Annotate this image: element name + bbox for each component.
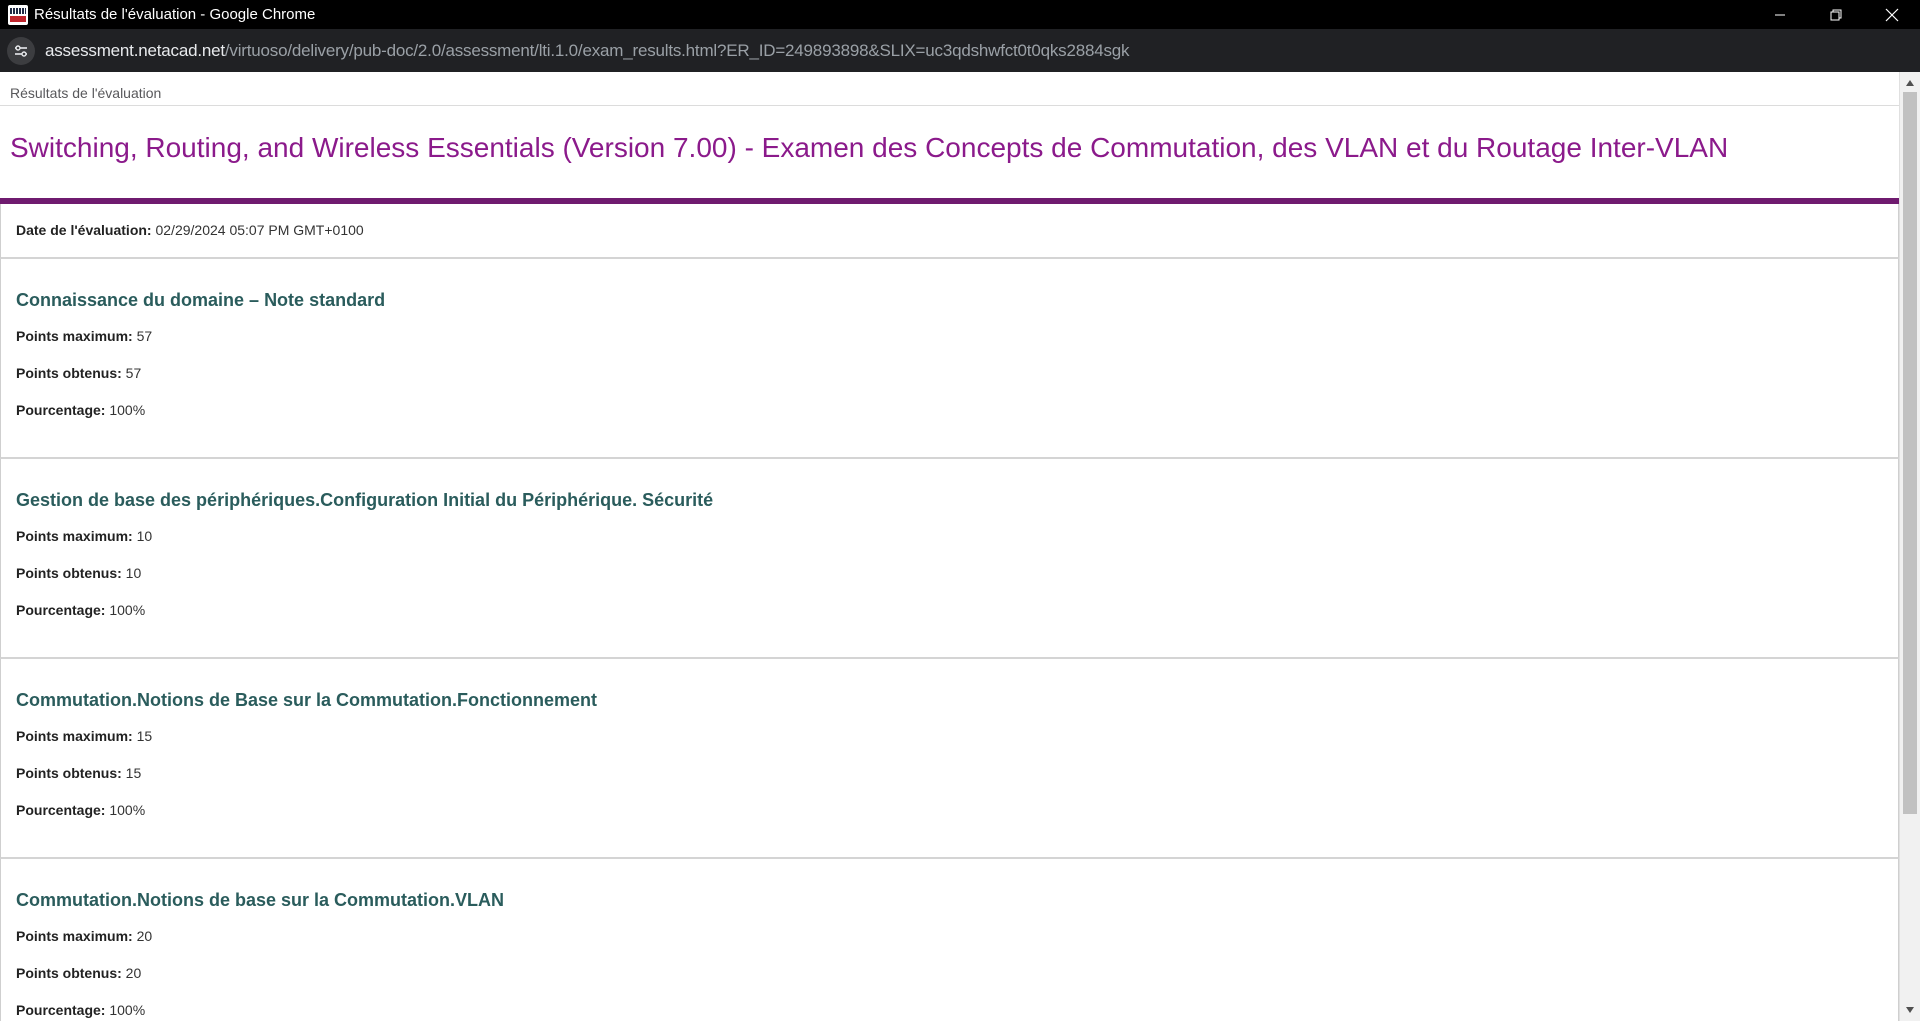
percentage-label: Pourcentage: (16, 802, 106, 818)
restore-icon (1830, 9, 1842, 20)
result-section: Commutation.Notions de Base sur la Commu… (0, 659, 1899, 859)
cisco-app-icon (8, 4, 28, 25)
points-maximum-value: 57 (136, 328, 153, 344)
percentage-value: 100% (109, 802, 146, 818)
percentage-value: 100% (109, 1002, 146, 1018)
points-earned-label: Points obtenus: (16, 765, 122, 781)
percentage-label: Pourcentage: (16, 1002, 106, 1018)
points-maximum: Points maximum: 57 (16, 328, 1898, 365)
points-earned-value: 10 (125, 565, 142, 581)
date-label: Date de l'évaluation: (16, 222, 152, 238)
points-maximum-label: Points maximum: (16, 328, 133, 344)
address-bar: assessment.netacad.net/virtuoso/delivery… (0, 29, 1920, 72)
site-info-button[interactable] (7, 36, 35, 65)
points-maximum: Points maximum: 15 (16, 728, 1898, 765)
points-earned: Points obtenus: 10 (16, 565, 1898, 602)
percentage-label: Pourcentage: (16, 402, 106, 418)
section-title: Connaissance du domaine – Note standard (16, 290, 386, 310)
arrow-up-icon (1906, 80, 1914, 86)
url-path: /virtuoso/delivery/pub-doc/2.0/assessmen… (224, 40, 1130, 60)
points-earned-value: 57 (125, 365, 142, 381)
points-maximum-value: 20 (136, 928, 153, 944)
percentage-label: Pourcentage: (16, 602, 106, 618)
window-controls (1752, 0, 1920, 29)
minimize-icon (1775, 14, 1785, 15)
points-earned-value: 15 (125, 765, 142, 781)
result-section: Connaissance du domaine – Note standard … (0, 259, 1899, 459)
page-content: Résultats de l'évaluation Switching, Rou… (0, 72, 1899, 1021)
percentage: Pourcentage: 100% (16, 402, 1898, 439)
date-value: 02/29/2024 05:07 PM GMT+0100 (155, 222, 364, 238)
points-maximum-value: 10 (136, 528, 153, 544)
points-earned: Points obtenus: 15 (16, 765, 1898, 802)
percentage: Pourcentage: 100% (16, 802, 1898, 839)
window-title-bar: Résultats de l'évaluation - Google Chrom… (0, 0, 1920, 29)
exam-title: Switching, Routing, and Wireless Essenti… (0, 106, 1899, 204)
result-section: Gestion de base des périphériques.Config… (0, 459, 1899, 659)
window-title: Résultats de l'évaluation - Google Chrom… (34, 6, 316, 23)
points-maximum-label: Points maximum: (16, 528, 133, 544)
scroll-down-button[interactable] (1900, 1001, 1920, 1019)
points-maximum: Points maximum: 20 (16, 928, 1898, 965)
points-earned-value: 20 (125, 965, 142, 981)
points-earned: Points obtenus: 20 (16, 965, 1898, 1002)
points-maximum: Points maximum: 10 (16, 528, 1898, 565)
close-icon (1885, 8, 1899, 21)
vertical-scrollbar[interactable] (1899, 72, 1920, 1021)
page-header-label: Résultats de l'évaluation (0, 72, 1899, 106)
section-title: Gestion de base des périphériques.Config… (16, 490, 714, 510)
percentage-value: 100% (109, 402, 146, 418)
percentage: Pourcentage: 100% (16, 602, 1898, 639)
close-button[interactable] (1864, 0, 1920, 29)
points-earned-label: Points obtenus: (16, 965, 122, 981)
result-section: Commutation.Notions de base sur la Commu… (0, 859, 1899, 1021)
points-earned-label: Points obtenus: (16, 365, 122, 381)
tune-icon (15, 44, 27, 57)
section-title: Commutation.Notions de Base sur la Commu… (16, 690, 598, 710)
percentage-value: 100% (109, 602, 146, 618)
points-earned: Points obtenus: 57 (16, 365, 1898, 402)
minimize-button[interactable] (1752, 0, 1808, 29)
section-title: Commutation.Notions de base sur la Commu… (16, 890, 505, 910)
points-maximum-label: Points maximum: (16, 928, 133, 944)
points-earned-label: Points obtenus: (16, 565, 122, 581)
scroll-thumb[interactable] (1903, 92, 1917, 814)
arrow-down-icon (1906, 1007, 1914, 1013)
url-field[interactable]: assessment.netacad.net/virtuoso/delivery… (45, 40, 1130, 61)
restore-button[interactable] (1808, 0, 1864, 29)
points-maximum-label: Points maximum: (16, 728, 133, 744)
points-maximum-value: 15 (136, 728, 153, 744)
percentage: Pourcentage: 100% (16, 1002, 1898, 1021)
assessment-date-row: Date de l'évaluation: 02/29/2024 05:07 P… (0, 204, 1899, 259)
scroll-up-button[interactable] (1900, 74, 1920, 92)
url-host: assessment.netacad.net (45, 40, 225, 60)
